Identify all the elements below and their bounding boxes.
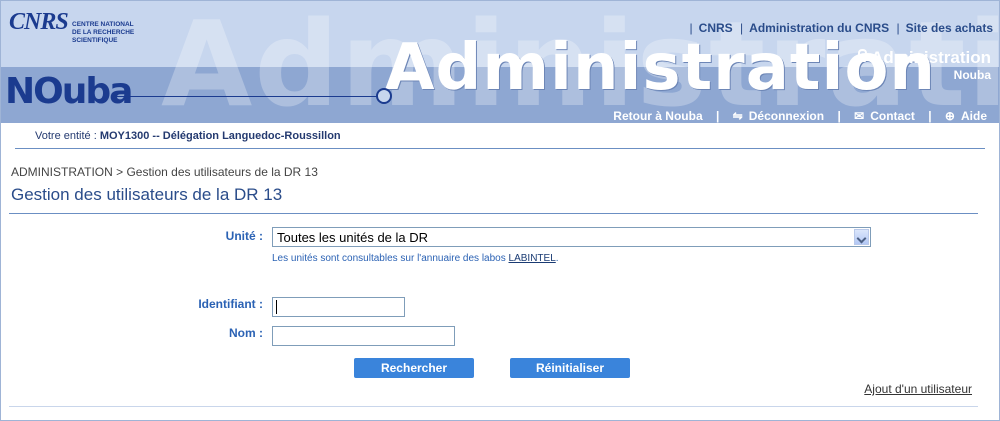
- link-cnrs[interactable]: CNRS: [699, 21, 733, 35]
- identifiant-label: Identifiant :: [198, 297, 263, 311]
- app-window: Administration Administration CNRS CENTR…: [0, 0, 1000, 421]
- link-site-achats[interactable]: Site des achats: [906, 21, 993, 35]
- cnrs-logo-line: CENTRE NATIONAL: [72, 21, 134, 28]
- unite-selected-value: Toutes les unités de la DR: [277, 230, 429, 245]
- logo-line: [111, 96, 379, 97]
- logout-icon: ⇋: [732, 109, 743, 123]
- section-subtitle: Nouba: [953, 68, 991, 82]
- separator: |: [837, 109, 841, 123]
- hint-end: .: [555, 253, 559, 264]
- cnrs-logo[interactable]: CNRS CENTRE NATIONAL DE LA RECHERCHE SCI…: [9, 7, 139, 51]
- cnrs-logo-line: SCIENTIFIQUE: [72, 37, 118, 44]
- link-administration-cnrs[interactable]: Administration du CNRS: [749, 21, 889, 35]
- current-entity: Votre entité : MOY1300 -- Délégation Lan…: [35, 130, 341, 142]
- entity-bar: Votre entité : MOY1300 -- Délégation Lan…: [1, 123, 999, 149]
- mail-icon: ✉: [854, 109, 865, 123]
- help-icon: ⊕: [944, 109, 955, 123]
- separator: |: [896, 21, 900, 35]
- nom-input[interactable]: [272, 326, 455, 346]
- cnrs-logo-line: DE LA RECHERCHE: [72, 29, 135, 36]
- logo-circle: [376, 88, 392, 104]
- separator: |: [740, 21, 744, 35]
- hint-text: Les unités sont consultables sur l'annua…: [272, 253, 506, 264]
- entity-label: Votre entité :: [35, 130, 97, 142]
- divider: [15, 148, 985, 149]
- section-title-text: Administration: [871, 48, 991, 67]
- nom-label: Nom :: [229, 326, 263, 340]
- search-button[interactable]: Rechercher: [354, 358, 474, 378]
- unite-hint: Les unités sont consultables sur l'annua…: [272, 253, 559, 264]
- cnrs-logo-mark: CNRS: [9, 9, 69, 35]
- banner-word: Administration: [385, 31, 936, 105]
- labintel-link[interactable]: LABINTEL: [509, 253, 556, 264]
- separator: |: [689, 21, 693, 35]
- cnrs-logo-text: CENTRE NATIONAL DE LA RECHERCHE SCIENTIF…: [72, 21, 134, 45]
- divider: [9, 406, 978, 407]
- lock-icon: [857, 49, 868, 62]
- nav-links: Retour à Nouba | ⇋ Déconnexion | ✉ Contact…: [613, 109, 987, 123]
- link-contact[interactable]: Contact: [870, 109, 915, 123]
- breadcrumb: ADMINISTRATION > Gestion des utilisateur…: [11, 165, 318, 179]
- unite-select[interactable]: Toutes les unités de la DR: [272, 227, 871, 247]
- nouba-logo[interactable]: NOuba: [5, 71, 133, 112]
- divider: [9, 213, 978, 214]
- header: Administration Administration CNRS CENTR…: [1, 1, 999, 123]
- link-aide[interactable]: Aide: [961, 109, 987, 123]
- unite-label: Unité :: [225, 229, 263, 243]
- separator: |: [715, 109, 720, 123]
- link-retour-nouba[interactable]: Retour à Nouba: [613, 109, 702, 123]
- add-user-link[interactable]: Ajout d'un utilisateur: [864, 382, 972, 396]
- entity-value: MOY1300 -- Délégation Languedoc-Roussill…: [99, 130, 341, 142]
- identifiant-input[interactable]: [272, 297, 405, 317]
- chevron-down-icon[interactable]: [854, 229, 869, 245]
- separator: |: [928, 109, 932, 123]
- link-deconnexion[interactable]: Déconnexion: [749, 109, 824, 123]
- top-links: | CNRS | Administration du CNRS | Site des …: [686, 21, 993, 35]
- reset-button[interactable]: Réinitialiser: [510, 358, 630, 378]
- page-title: Gestion des utilisateurs de la DR 13: [11, 185, 283, 204]
- text-caret: [276, 300, 277, 314]
- section-title: Administration Nouba: [857, 48, 991, 82]
